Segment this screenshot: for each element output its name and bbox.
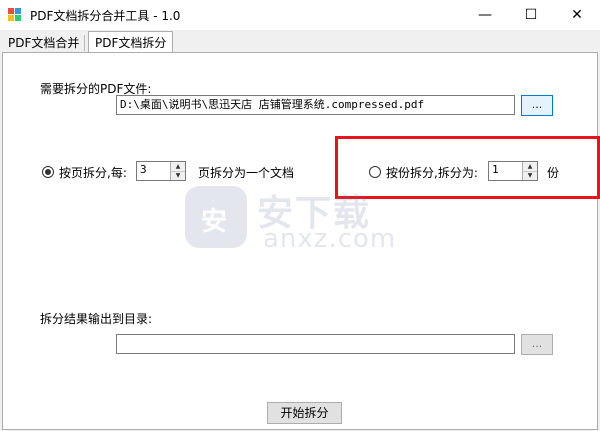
watermark: 安 安下载 anxz.com	[185, 180, 415, 260]
watermark-shield-icon: 安	[185, 186, 247, 248]
maximize-icon: ☐	[524, 7, 538, 23]
pages-stepper-arrows: ▲ ▼	[170, 162, 185, 180]
source-file-input[interactable]: D:\桌面\说明书\思迅天店 店铺管理系统.compressed.pdf	[116, 95, 515, 115]
decrement-icon[interactable]: ▼	[523, 171, 537, 180]
pages-per-doc-value: 3	[140, 163, 147, 176]
radio-selected-dot	[45, 169, 51, 175]
split-by-count-radio[interactable]	[369, 166, 381, 178]
output-dir-input[interactable]	[116, 334, 515, 354]
minimize-button[interactable]: —	[462, 0, 508, 30]
tab-divider	[84, 35, 85, 51]
split-by-count-suffix: 份	[547, 166, 560, 180]
tab-strip: PDF文档合并 PDF文档拆分	[0, 31, 600, 54]
watermark-url: anxz.com	[263, 224, 397, 254]
tab-split[interactable]: PDF文档拆分	[88, 31, 174, 54]
close-button[interactable]: ✕	[554, 0, 600, 30]
close-icon: ✕	[571, 7, 583, 23]
source-browse-button[interactable]: ...	[521, 95, 553, 116]
output-browse-button[interactable]: ...	[521, 334, 553, 355]
document-count-value: 1	[492, 163, 499, 176]
tab-merge[interactable]: PDF文档合并	[4, 33, 83, 53]
app-icon	[8, 8, 21, 21]
split-by-count-label: 按份拆分,拆分为:	[386, 166, 478, 180]
title-bar: PDF文档拆分合并工具 - 1.0 — ☐ ✕	[0, 0, 600, 30]
pages-per-doc-stepper[interactable]: 3 ▲ ▼	[136, 161, 186, 181]
document-count-stepper[interactable]: 1 ▲ ▼	[488, 161, 538, 181]
decrement-icon[interactable]: ▼	[171, 171, 185, 180]
minimize-icon: —	[478, 7, 492, 23]
output-dir-label: 拆分结果输出到目录:	[40, 312, 153, 326]
window-title: PDF文档拆分合并工具 - 1.0	[30, 9, 181, 23]
split-by-pages-suffix: 页拆分为一个文档	[198, 166, 295, 180]
split-by-pages-radio[interactable]	[42, 166, 54, 178]
count-stepper-arrows: ▲ ▼	[522, 162, 537, 180]
start-split-button[interactable]: 开始拆分	[267, 402, 342, 424]
split-by-pages-label: 按页拆分,每:	[59, 166, 127, 180]
maximize-button[interactable]: ☐	[508, 0, 554, 30]
